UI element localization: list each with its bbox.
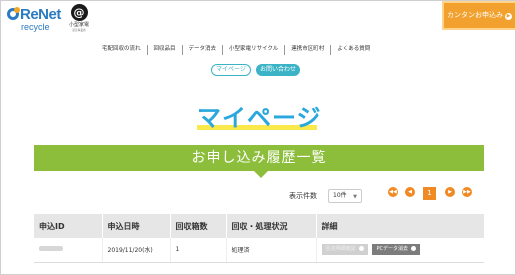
certification-icon: @ [70, 4, 88, 21]
next-page-button[interactable]: ▶ [445, 187, 455, 197]
nav-item-data-erase[interactable]: データ消去 [181, 45, 223, 55]
logo-text: ReNet [20, 6, 61, 23]
easy-apply-label: カンタンお申込み [447, 11, 503, 19]
collection-detail-button[interactable]: 回収明細確認 [321, 244, 368, 256]
nav-item-faq[interactable]: よくある質問 [330, 45, 376, 55]
logo-sub: recycle [21, 22, 50, 32]
double-arrow-left-icon: ◀◀ [389, 189, 397, 195]
certification-subtext: 認定事業者 [72, 28, 86, 32]
prev-page-button[interactable]: ◀ [405, 187, 415, 197]
arrow-left-icon: ◀ [408, 189, 412, 195]
nav-item-small-appliance[interactable]: 小型家電リサイクル [222, 45, 284, 55]
cell-date: 2019/11/20(水) [101, 238, 170, 263]
table-row: 2019/11/20(水) 1 処理済 回収明細確認 PCデータ消去 [34, 238, 484, 263]
arrow-right-icon: ▶ [505, 13, 512, 20]
cell-detail: 回収明細確認 PCデータ消去 [315, 238, 484, 263]
nav-item-items[interactable]: 回収品目 [146, 45, 182, 55]
double-arrow-right-icon: ▶▶ [463, 189, 471, 195]
col-header-detail: 詳細 [315, 214, 484, 238]
chevron-down-icon: ▼ [353, 194, 357, 200]
nav-item-municipalities[interactable]: 連携市区町村 [284, 45, 330, 55]
collection-detail-label: 回収明細確認 [325, 246, 356, 253]
arrow-circle-icon [358, 246, 364, 252]
nav-item-flow[interactable]: 宅配回収の流れ [96, 45, 147, 55]
redacted-id [39, 246, 63, 252]
mypage-button[interactable]: マイページ [211, 64, 251, 76]
arrow-right-icon: ▶ [448, 189, 452, 195]
col-header-status: 回収・処理状況 [225, 214, 316, 238]
arrow-circle-icon [410, 246, 416, 252]
certification-badge: @ 小型家電 認定事業者 [69, 4, 90, 32]
global-nav: 宅配回収の流れ 回収品目 データ消去 小型家電リサイクル 連携市区町村 よくある… [96, 45, 376, 55]
col-header-boxes: 回収箱数 [169, 214, 226, 238]
cell-id [34, 238, 102, 263]
pc-data-erase-label: PCデータ消去 [376, 246, 408, 253]
cell-status: 処理済 [225, 238, 316, 263]
first-page-button[interactable]: ◀◀ [388, 187, 398, 197]
logo-brand: ReNet [7, 7, 61, 22]
last-page-button[interactable]: ▶▶ [462, 187, 472, 197]
easy-apply-button[interactable]: カンタンお申込み ▶ [442, 1, 516, 30]
table-header-row: 申込ID 申込日時 回収箱数 回収・処理状況 詳細 [34, 214, 484, 238]
history-table: 申込ID 申込日時 回収箱数 回収・処理状況 詳細 2019/11/20(水) … [34, 214, 484, 263]
renet-logo[interactable]: ReNet recycle [7, 7, 61, 33]
current-page[interactable]: 1 [423, 187, 436, 200]
count-select-value: 10件 [333, 192, 347, 199]
count-select[interactable]: 10件 ▼ [328, 189, 362, 203]
certification-text: 小型家電 [69, 22, 90, 28]
contact-button[interactable]: お問い合わせ [256, 64, 300, 76]
count-label: 表示件数 [289, 192, 317, 200]
logo-mark-icon [7, 7, 20, 20]
cell-boxes: 1 [169, 238, 226, 263]
pc-data-erase-button[interactable]: PCデータ消去 [372, 244, 420, 256]
col-header-id: 申込ID [34, 214, 102, 238]
section-notch [254, 171, 268, 178]
section-title: お申し込み履歴一覧 [34, 145, 484, 171]
page-title: マイページ [197, 104, 322, 132]
col-header-date: 申込日時 [101, 214, 170, 238]
